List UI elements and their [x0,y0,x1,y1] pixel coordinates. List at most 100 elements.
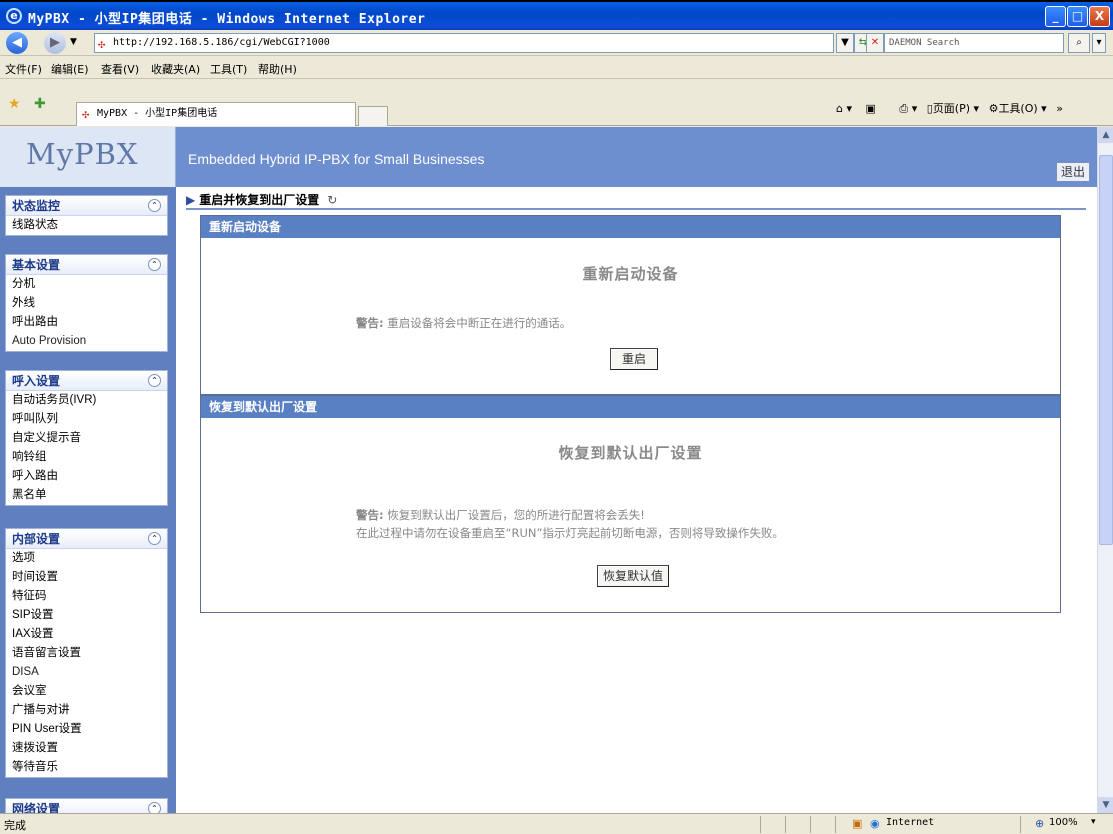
history-dropdown-icon[interactable]: ▼ [70,37,77,47]
favorites-star-icon[interactable]: ★ [8,96,21,112]
page-viewport: MyPBX Embedded Hybrid IP-PBX for Small B… [0,127,1097,813]
menu-group-title[interactable]: 呼入设置 ⌃ [6,371,167,391]
sidebar-item-paging-intercom[interactable]: 广播与对讲 [6,701,167,720]
reset-warning: 警告: 恢复到默认出厂设置后，您的所进行配置将会丢失! 在此过程中请勿在设备重启… [356,506,784,542]
collapse-icon[interactable]: ⌃ [148,258,161,271]
menu-group-basic: 基本设置 ⌃ 分机 外线 呼出路由 Auto Provision [5,254,168,352]
add-favorite-icon[interactable]: ✚ [34,96,46,112]
back-button[interactable]: ◀ [6,32,28,54]
feeds-icon[interactable]: ▣ [866,102,876,115]
new-tab-button[interactable] [358,106,388,126]
sidebar-item-inbound-routes[interactable]: 呼入路由 [6,467,167,486]
menu-group-title[interactable]: 基本设置 ⌃ [6,255,167,275]
zone-label: Internet [886,817,935,828]
collapse-icon[interactable]: ⌃ [148,199,161,212]
search-options-icon[interactable]: ▾ [1092,33,1106,53]
site-favicon-icon: ✣ [98,37,106,51]
scroll-thumb[interactable] [1099,155,1113,545]
sidebar-item-ivr[interactable]: 自动话务员(IVR) [6,391,167,410]
vertical-scrollbar[interactable]: ▲ ▼ [1097,127,1113,813]
address-bar: ◀ ▶ ▼ ✣ http://192.168.5.186/cgi/WebCGI?… [0,30,1113,56]
menu-group-label: 状态监控 [12,199,61,213]
zoom-control[interactable]: ⊕ 100% ▾ [1020,816,1110,833]
menu-group-title[interactable]: 状态监控 ⌃ [6,196,167,216]
sidebar-item-speed-dial[interactable]: 速拨设置 [6,739,167,758]
sidebar-item-line-status[interactable]: 线路状态 [6,216,167,235]
sidebar-item-disa[interactable]: DISA [6,663,167,682]
collapse-icon[interactable]: ⌃ [148,532,161,545]
scroll-down-icon[interactable]: ▼ [1098,797,1113,813]
logout-button[interactable]: 退出 [1056,162,1090,182]
collapse-icon[interactable]: ⌃ [148,374,161,387]
sidebar-item-trunks[interactable]: 外线 [6,294,167,313]
reboot-button[interactable]: 重启 [610,348,658,370]
zoom-icon: ⊕ [1035,817,1045,830]
warning-text-1: 恢复到默认出厂设置后，您的所进行配置将会丢失! [387,508,645,522]
sidebar-item-feature-codes[interactable]: 特征码 [6,587,167,606]
sidebar-item-voicemail-settings[interactable]: 语音留言设置 [6,644,167,663]
sidebar-item-pin-user[interactable]: PIN User设置 [6,720,167,739]
tools-menu-label: 工具(O) [998,102,1038,115]
menu-tools[interactable]: 工具(T) [210,61,247,77]
menu-favorites[interactable]: 收藏夹(A) [151,61,200,77]
zoom-dropdown-icon[interactable]: ▾ [1091,817,1096,827]
sidebar-item-sip-settings[interactable]: SIP设置 [6,606,167,625]
close-button[interactable]: X [1089,6,1110,27]
sidebar-item-music-on-hold[interactable]: 等待音乐 [6,758,167,777]
menu-file[interactable]: 文件(F) [5,61,42,77]
url-input[interactable]: ✣ http://192.168.5.186/cgi/WebCGI?1000 [94,33,834,53]
sidebar-item-outbound-routes[interactable]: 呼出路由 [6,313,167,332]
sidebar-item-call-queue[interactable]: 呼叫队列 [6,410,167,429]
menu-edit[interactable]: 编辑(E) [51,61,89,77]
browser-tab[interactable]: ✣ MyPBX - 小型IP集团电话 [76,102,356,126]
menu-view[interactable]: 查看(V) [101,61,139,77]
forward-button[interactable]: ▶ [44,32,66,54]
search-icon[interactable]: ⌕ [1068,33,1090,53]
zoom-level: 100% [1049,817,1078,828]
sidebar-item-time-settings[interactable]: 时间设置 [6,568,167,587]
logo-box: MyPBX [0,127,176,187]
banner: MyPBX Embedded Hybrid IP-PBX for Small B… [0,127,1097,187]
tab-bar: ★ ✚ ✣ MyPBX - 小型IP集团电话 ⌂ ▾ ▣ ⎙ ▾ ▯页面(P) … [0,80,1113,126]
sidebar-item-extensions[interactable]: 分机 [6,275,167,294]
sidebar-item-auto-provision[interactable]: Auto Provision [6,332,167,351]
menu-group-internal: 内部设置 ⌃ 选项 时间设置 特征码 SIP设置 IAX设置 语音留言设置 DIS… [5,528,168,778]
sidebar-item-custom-prompts[interactable]: 自定义提示音 [6,429,167,448]
stop-icon[interactable]: ✕ [866,33,884,53]
refresh-page-icon[interactable]: ↻ [327,193,337,207]
sidebar-item-iax-settings[interactable]: IAX设置 [6,625,167,644]
tools-menu[interactable]: ⚙工具(O) ▾ [989,102,1047,115]
menu-group-network: 网络设置 ⌃ [5,798,168,813]
warning-text: 重启设备将会中断正在进行的通话。 [387,316,572,330]
status-bar: 完成 ▣ ◉ Internet ⊕ 100% ▾ [0,813,1113,834]
menu-help[interactable]: 帮助(H) [258,61,297,77]
home-icon[interactable]: ⌂ ▾ [836,102,852,115]
maximize-button[interactable]: □ [1067,6,1088,27]
collapse-icon[interactable]: ⌃ [148,802,161,813]
reboot-panel: 重新启动设备 重新启动设备 警告: 重启设备将会中断正在进行的通话。 重启 [200,215,1061,395]
status-zone-cell: ▣ ◉ Internet [835,816,1015,833]
chevron-more-icon[interactable]: » [1056,102,1063,115]
url-dropdown-button[interactable]: ▼ [836,33,854,53]
sidebar-item-options[interactable]: 选项 [6,549,167,568]
reset-panel: 恢复到默认出厂设置 恢复到默认出厂设置 警告: 恢复到默认出厂设置后，您的所进行… [200,395,1061,613]
search-input[interactable]: DAEMON Search [884,33,1064,53]
restore-defaults-button[interactable]: 恢复默认值 [597,565,669,587]
sidebar-item-blacklist[interactable]: 黑名单 [6,486,167,505]
menu-bar: 文件(F) 编辑(E) 查看(V) 收藏夹(A) 工具(T) 帮助(H) [0,57,1113,79]
page-title: 重启并恢复到出厂设置 [199,193,320,207]
menu-group-title[interactable]: 内部设置 ⌃ [6,529,167,549]
menu-group-inbound: 呼入设置 ⌃ 自动话务员(IVR) 呼叫队列 自定义提示音 响铃组 呼入路由 黑名… [5,370,168,506]
minimize-button[interactable]: _ [1045,6,1066,27]
globe-icon: ◉ [870,817,880,830]
warning-text-2: 在此过程中请勿在设备重启至“RUN”指示灯亮起前切断电源，否则将导致操作失败。 [356,526,784,540]
sidebar-item-conference[interactable]: 会议室 [6,682,167,701]
logo: MyPBX [26,137,139,171]
status-cell [785,816,805,833]
tagline: Embedded Hybrid IP-PBX for Small Busines… [188,151,485,167]
menu-group-title[interactable]: 网络设置 ⌃ [6,799,167,813]
sidebar-item-ring-group[interactable]: 响铃组 [6,448,167,467]
print-icon[interactable]: ⎙ ▾ [899,102,917,115]
page-menu[interactable]: ▯页面(P) ▾ [927,102,979,115]
scroll-up-icon[interactable]: ▲ [1098,127,1113,143]
